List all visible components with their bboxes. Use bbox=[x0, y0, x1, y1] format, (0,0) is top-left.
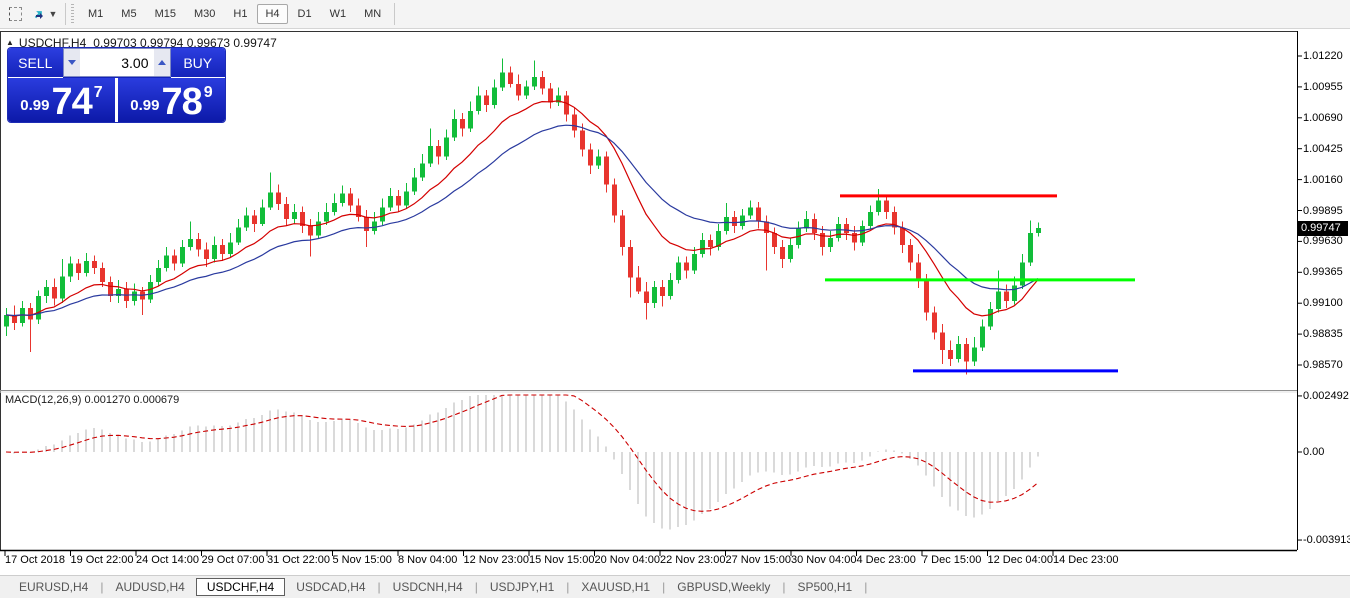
macd-axis-label: 0.002492 bbox=[1303, 390, 1349, 402]
time-axis-label: 30 Nov 04:00 bbox=[791, 554, 856, 566]
chart-window[interactable]: ▲USDCHF,H40.99703 0.99794 0.99673 0.9974… bbox=[0, 29, 1350, 575]
price-axis-label: 1.00160 bbox=[1303, 174, 1343, 186]
timeframe-button-w1[interactable]: W1 bbox=[322, 4, 355, 24]
timeframe-button-m5[interactable]: M5 bbox=[113, 4, 144, 24]
timeframe-buttons: M1M5M15M30H1H4D1W1MN bbox=[79, 4, 390, 24]
swap-arrows-glyph bbox=[31, 6, 47, 22]
time-axis-label: 22 Nov 23:00 bbox=[660, 554, 725, 566]
time-axis-label: 4 Dec 23:00 bbox=[857, 554, 916, 566]
tab-separator: | bbox=[566, 580, 569, 594]
time-axis-label: 12 Dec 04:00 bbox=[988, 554, 1053, 566]
time-axis-label: 20 Nov 04:00 bbox=[595, 554, 660, 566]
time-axis-label: 7 Dec 15:00 bbox=[922, 554, 981, 566]
time-axis-label: 8 Nov 04:00 bbox=[398, 554, 457, 566]
chart-tab-eurusd[interactable]: EURUSD,H4 bbox=[8, 578, 99, 596]
volume-spinner: 3.00 bbox=[63, 48, 171, 77]
toolbar-separator bbox=[65, 3, 66, 25]
triangle-down-icon bbox=[68, 60, 76, 65]
buy-price-prefix: 0.99 bbox=[130, 97, 159, 114]
dropdown-caret-icon: ▼ bbox=[49, 9, 58, 19]
timeframe-button-m15[interactable]: M15 bbox=[147, 4, 184, 24]
timeframe-button-m30[interactable]: M30 bbox=[186, 4, 223, 24]
time-axis-label: 29 Oct 07:00 bbox=[202, 554, 265, 566]
timeframe-button-d1[interactable]: D1 bbox=[290, 4, 320, 24]
sell-price-box[interactable]: 0.99747 bbox=[8, 78, 115, 122]
chart-tab-xauusd[interactable]: XAUUSD,H1 bbox=[570, 578, 661, 596]
buy-price-pips: 78 bbox=[162, 84, 202, 120]
chart-tab-usdcnh[interactable]: USDCNH,H4 bbox=[382, 578, 474, 596]
volume-increase-button[interactable] bbox=[154, 49, 170, 76]
timeframe-button-mn[interactable]: MN bbox=[356, 4, 389, 24]
tab-separator: | bbox=[475, 580, 478, 594]
tab-separator: | bbox=[864, 580, 867, 594]
timeframe-button-m1[interactable]: M1 bbox=[80, 4, 111, 24]
chart-tab-sp500[interactable]: SP500,H1 bbox=[787, 578, 864, 596]
time-axis-label: 31 Oct 22:00 bbox=[267, 554, 330, 566]
time-axis-label: 15 Nov 15:00 bbox=[529, 554, 594, 566]
tab-separator: | bbox=[100, 580, 103, 594]
buy-price-point: 9 bbox=[204, 84, 213, 102]
chart-tab-usdjpy[interactable]: USDJPY,H1 bbox=[479, 578, 565, 596]
chart-tab-bar: EURUSD,H4|AUDUSD,H4USDCHF,H4USDCAD,H4|US… bbox=[0, 575, 1350, 598]
time-axis-label: 5 Nov 15:00 bbox=[333, 554, 392, 566]
sell-price-point: 7 bbox=[94, 84, 103, 102]
time-axis-label: 17 Oct 2018 bbox=[5, 554, 65, 566]
chart-tab-usdchf[interactable]: USDCHF,H4 bbox=[196, 578, 285, 596]
chart-tab-gbpusd[interactable]: GBPUSD,Weekly bbox=[666, 578, 781, 596]
price-axis-label: 1.00425 bbox=[1303, 143, 1343, 155]
dashed-box-icon[interactable] bbox=[3, 3, 27, 25]
ma-fast-line bbox=[6, 101, 1038, 316]
volume-decrease-button[interactable] bbox=[64, 49, 80, 76]
price-axis-label: 1.00955 bbox=[1303, 81, 1343, 93]
buy-button[interactable]: BUY bbox=[171, 48, 226, 78]
price-axis-label: 0.99630 bbox=[1303, 235, 1343, 247]
timeframe-button-h4[interactable]: H4 bbox=[257, 4, 287, 24]
toolbar: ▼ M1M5M15M30H1H4D1W1MN bbox=[0, 0, 1350, 29]
time-axis-label: 12 Nov 23:00 bbox=[464, 554, 529, 566]
price-axis-label: 1.00690 bbox=[1303, 112, 1343, 124]
time-axis-label: 24 Oct 14:00 bbox=[136, 554, 199, 566]
price-axis-label: 0.98835 bbox=[1303, 328, 1343, 340]
toolbar-grip[interactable] bbox=[70, 4, 75, 24]
macd-axis-label: 0.00 bbox=[1303, 446, 1324, 458]
timeframe-button-h1[interactable]: H1 bbox=[225, 4, 255, 24]
chart-tab-audusd[interactable]: AUDUSD,H4 bbox=[104, 578, 195, 596]
time-axis-label: 19 Oct 22:00 bbox=[71, 554, 134, 566]
sell-price-prefix: 0.99 bbox=[20, 97, 49, 114]
ma-slow-line bbox=[6, 125, 1038, 315]
double-arrows-icon[interactable]: ▼ bbox=[27, 3, 61, 25]
chart-tab-usdcad[interactable]: USDCAD,H4 bbox=[285, 578, 376, 596]
macd-histogram bbox=[6, 395, 1038, 530]
current-price-badge: 0.99747 bbox=[1297, 221, 1348, 236]
tab-separator: | bbox=[662, 580, 665, 594]
macd-axis-label: -0.003913 bbox=[1303, 534, 1350, 546]
volume-input[interactable]: 3.00 bbox=[80, 49, 154, 76]
macd-indicator-label: MACD(12,26,9) 0.001270 0.000679 bbox=[5, 394, 179, 406]
price-axis-label: 0.99895 bbox=[1303, 205, 1343, 217]
triangle-up-icon bbox=[158, 60, 166, 65]
price-axis-label: 0.99100 bbox=[1303, 297, 1343, 309]
time-axis-label: 14 Dec 23:00 bbox=[1053, 554, 1118, 566]
tab-separator: | bbox=[782, 580, 785, 594]
macd-signal-line bbox=[6, 395, 1038, 511]
toolbar-separator bbox=[394, 3, 395, 25]
time-axis-label: 27 Nov 15:00 bbox=[726, 554, 791, 566]
collapse-arrow-icon: ▲ bbox=[6, 38, 14, 47]
trade-panel: SELL 3.00 BUY 0.99747 0.99789 bbox=[8, 48, 225, 122]
sell-price-pips: 74 bbox=[52, 84, 92, 120]
price-axis-label: 0.98570 bbox=[1303, 359, 1343, 371]
price-axis-label: 1.01220 bbox=[1303, 50, 1343, 62]
price-axis-label: 0.99365 bbox=[1303, 266, 1343, 278]
tab-separator: | bbox=[378, 580, 381, 594]
buy-price-box[interactable]: 0.99789 bbox=[118, 78, 225, 122]
sell-button[interactable]: SELL bbox=[8, 48, 63, 78]
